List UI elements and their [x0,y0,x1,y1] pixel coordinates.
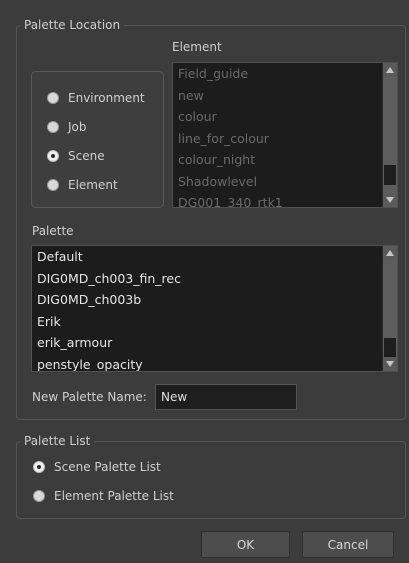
palette-list-item[interactable]: penstyle_opacity [32,354,382,372]
element-list-item[interactable]: colour_night [173,149,382,171]
radio-element-indicator[interactable] [47,179,59,191]
cancel-button[interactable]: Cancel [302,531,394,558]
new-palette-name-label: New Palette Name: [32,390,147,404]
triangle-down-icon[interactable] [383,357,397,371]
radio-job-label: Job [68,120,87,134]
palette-list-item[interactable]: DIG0MD_ch003b [32,289,382,311]
element-list-items: Field_guide new colour line_for_colour c… [173,63,382,207]
element-list-item[interactable]: new [173,85,382,107]
palette-list-item[interactable]: Erik [32,311,382,333]
radio-environment-label: Environment [68,91,145,105]
palette-list-item[interactable]: erik_armour [32,332,382,354]
palette-listbox[interactable]: Default DIG0MD_ch003_fin_rec DIG0MD_ch00… [31,245,398,372]
radio-scene-palette-list[interactable]: Scene Palette List [33,459,161,475]
triangle-up-icon[interactable] [383,246,397,260]
radio-element-label: Element [68,178,118,192]
radio-element-palette-list-label: Element Palette List [54,489,174,503]
radio-environment-indicator[interactable] [47,92,59,104]
element-scrollbar[interactable] [382,63,397,207]
element-scroll-thumb[interactable] [384,165,396,185]
ok-button[interactable]: OK [201,531,290,558]
radio-environment[interactable]: Environment [47,90,145,106]
radio-scene-palette-list-indicator[interactable] [33,461,45,473]
radio-element[interactable]: Element [47,177,118,193]
radio-scene-palette-list-label: Scene Palette List [54,460,161,474]
element-scroll-track[interactable] [383,77,397,193]
triangle-down-icon[interactable] [383,193,397,207]
element-listbox[interactable]: Field_guide new colour line_for_colour c… [172,62,398,208]
palette-list-label: Palette [32,224,74,238]
element-list-item[interactable]: DG001_340_rtk1 [173,192,382,207]
element-list-label: Element [172,40,222,54]
triangle-up-icon[interactable] [383,63,397,77]
radio-scene-label: Scene [68,149,105,163]
palette-list-item[interactable]: Default [32,246,382,268]
palette-list-item[interactable]: DIG0MD_ch003_fin_rec [32,268,382,290]
palette-scrollbar[interactable] [382,246,397,371]
palette-list-group-title: Palette List [20,434,95,448]
radio-job-indicator[interactable] [47,121,59,133]
radio-scene-indicator[interactable] [47,150,59,162]
palette-location-title: Palette Location [20,18,125,32]
element-list-item[interactable]: Shadowlevel [173,171,382,193]
palette-list-group [16,441,406,519]
element-list-item[interactable]: Field_guide [173,63,382,85]
radio-element-palette-list[interactable]: Element Palette List [33,488,174,504]
radio-job[interactable]: Job [47,119,87,135]
palette-scroll-track[interactable] [383,260,397,358]
element-list-item[interactable]: line_for_colour [173,128,382,150]
element-list-item[interactable]: colour [173,106,382,128]
radio-element-palette-list-indicator[interactable] [33,490,45,502]
new-palette-name-field[interactable] [155,384,297,410]
palette-list-items: Default DIG0MD_ch003_fin_rec DIG0MD_ch00… [32,246,382,371]
radio-scene[interactable]: Scene [47,148,105,164]
palette-scroll-thumb[interactable] [384,338,396,358]
